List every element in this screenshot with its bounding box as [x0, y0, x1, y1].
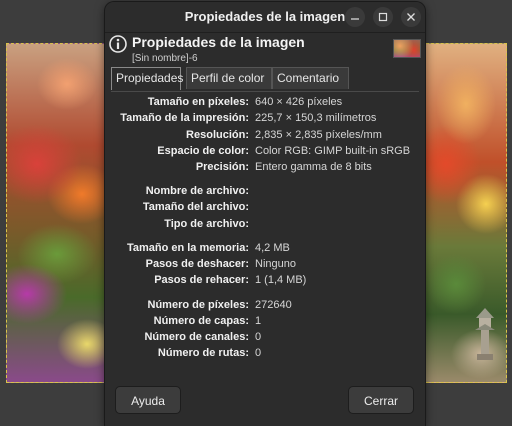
prop-label: Pasos de deshacer: — [145, 258, 249, 270]
prop-row: Espacio de color: Color RGB: GIMP built-i… — [105, 145, 425, 161]
dialog-header: Propiedades de la imagen [Sin nombre]-6 — [105, 33, 425, 67]
prop-value: 0 — [255, 331, 262, 343]
prop-row: Número de canales: 0 — [105, 331, 425, 347]
prop-value: Color RGB: GIMP built-in sRGB — [255, 145, 411, 157]
close-window-button[interactable] — [401, 7, 421, 27]
prop-label: Espacio de color: — [157, 145, 249, 157]
prop-value: 1 — [255, 315, 262, 327]
prop-row: Resolución: 2,835 × 2,835 píxeles/mm — [105, 129, 425, 145]
prop-row: Número de rutas: 0 — [105, 347, 425, 363]
dialog-heading: Propiedades de la imagen — [132, 34, 305, 50]
tab-color-profile[interactable]: Perfil de color — [186, 67, 272, 89]
tab-bar: Propiedades Perfil de color Comentario — [111, 67, 419, 92]
prop-value: 640 × 426 píxeles — [255, 96, 343, 108]
prop-label: Número de canales: — [144, 331, 249, 343]
prop-value: 4,2 MB — [255, 242, 290, 254]
prop-value: 225,7 × 150,3 milímetros — [255, 112, 377, 124]
image-properties-dialog: Propiedades de la imagen Propiedades de … — [105, 2, 425, 426]
tab-properties[interactable]: Propiedades — [111, 67, 183, 90]
prop-row: Número de píxeles: 272640 — [105, 299, 425, 315]
prop-label: Tamaño del archivo: — [142, 201, 249, 213]
prop-label: Número de capas: — [153, 315, 249, 327]
image-canvas-left — [6, 43, 107, 383]
close-button[interactable]: Cerrar — [348, 386, 414, 414]
prop-row: Tamaño de la impresión: 225,7 × 150,3 mil… — [105, 112, 425, 128]
prop-row: Tipo de archivo: — [105, 218, 425, 234]
prop-row: Número de capas: 1 — [105, 315, 425, 331]
prop-value: Ninguno — [255, 258, 296, 270]
prop-label: Nombre de archivo: — [145, 185, 249, 197]
prop-value: 272640 — [255, 299, 292, 311]
minimize-button[interactable] — [345, 7, 365, 27]
prop-row: Tamaño del archivo: — [105, 201, 425, 217]
titlebar: Propiedades de la imagen — [105, 2, 425, 33]
prop-label: Precisión: — [195, 161, 249, 173]
prop-label: Resolución: — [186, 129, 249, 141]
minimize-icon — [351, 18, 359, 20]
maximize-icon — [378, 12, 388, 22]
prop-label: Número de rutas: — [157, 347, 249, 359]
image-name: [Sin nombre]-6 — [132, 53, 198, 64]
prop-row: Pasos de rehacer: 1 (1,4 MB) — [105, 274, 425, 290]
close-icon — [407, 13, 415, 21]
prop-value: Entero gamma de 8 bits — [255, 161, 372, 173]
prop-row: Tamaño en píxeles: 640 × 426 píxeles — [105, 96, 425, 112]
prop-label: Tamaño en píxeles: — [147, 96, 249, 108]
prop-row: Pasos de deshacer: Ninguno — [105, 258, 425, 274]
prop-value: 2,835 × 2,835 píxeles/mm — [255, 129, 382, 141]
image-thumbnail — [393, 39, 421, 58]
prop-row: Nombre de archivo: — [105, 185, 425, 201]
prop-label: Tamaño de la impresión: — [120, 112, 249, 124]
prop-label: Pasos de rehacer: — [154, 274, 249, 286]
help-button[interactable]: Ayuda — [115, 386, 181, 414]
prop-label: Tipo de archivo: — [164, 218, 249, 230]
prop-value: 1 (1,4 MB) — [255, 274, 307, 286]
image-canvas-right — [426, 43, 507, 383]
info-icon — [109, 35, 127, 53]
prop-label: Tamaño en la memoria: — [126, 242, 249, 254]
tab-comment[interactable]: Comentario — [272, 67, 349, 89]
prop-row: Tamaño en la memoria: 4,2 MB — [105, 242, 425, 258]
stone-lantern-graphic — [475, 308, 495, 360]
prop-value: 0 — [255, 347, 262, 359]
maximize-button[interactable] — [373, 7, 393, 27]
prop-label: Número de píxeles: — [147, 299, 249, 311]
prop-row: Precisión: Entero gamma de 8 bits — [105, 161, 425, 177]
